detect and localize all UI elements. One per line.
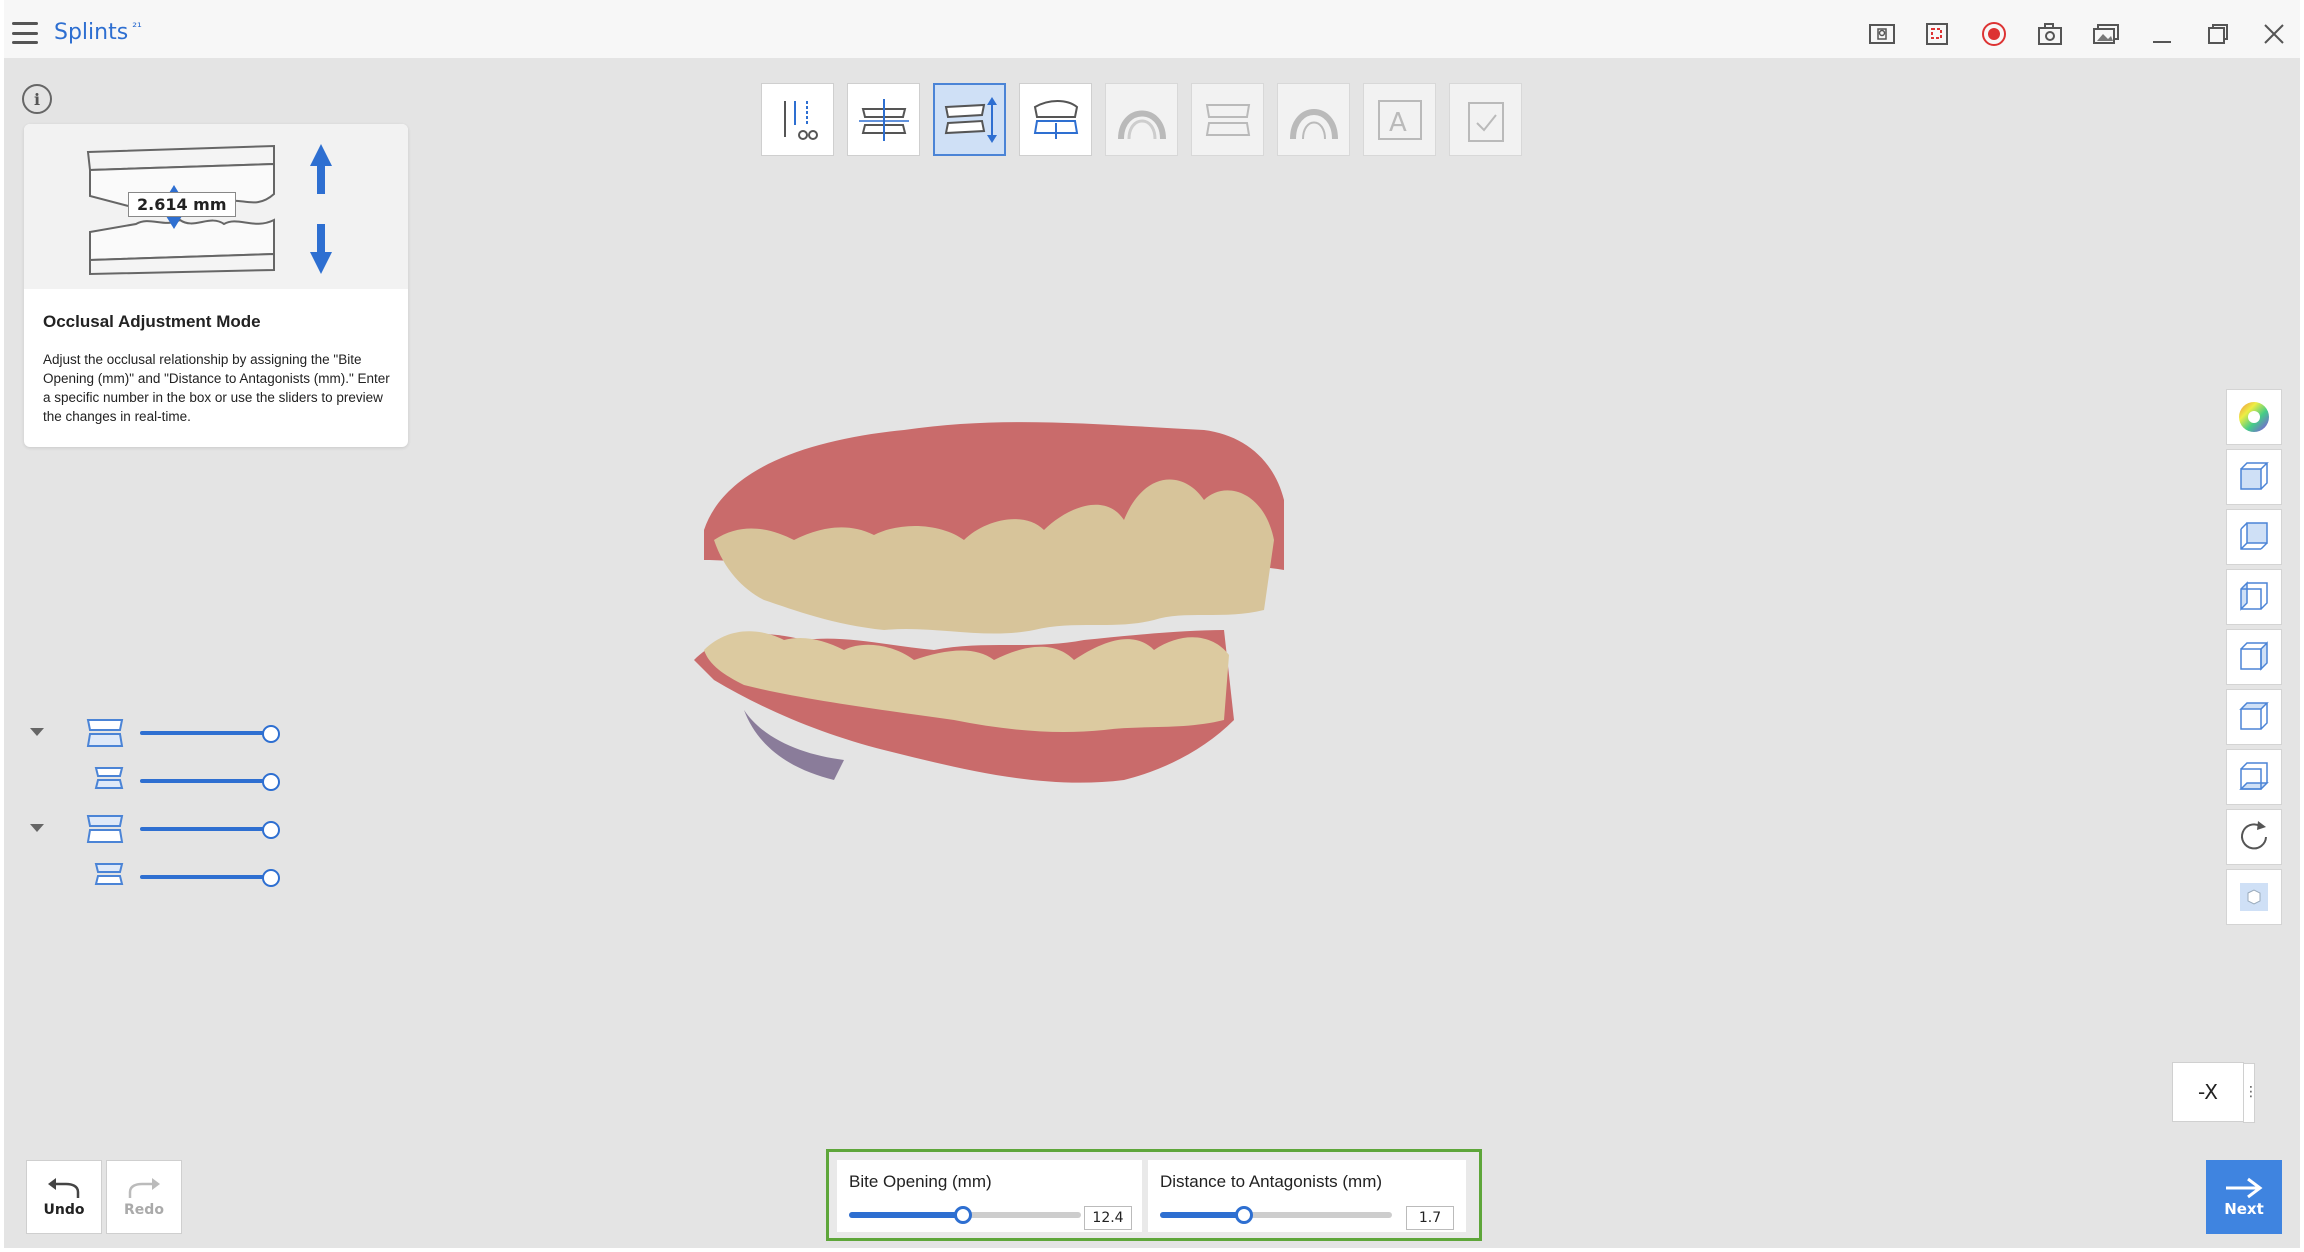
svg-text:A: A xyxy=(1389,108,1407,138)
redo-icon xyxy=(126,1176,162,1202)
app-window: Splints²¹ i xyxy=(4,0,2300,1248)
title-bar: Splints²¹ xyxy=(4,0,2300,58)
color-wheel-icon[interactable] xyxy=(2226,389,2282,445)
lower-jaw-slider-handle[interactable] xyxy=(262,821,280,839)
record-icon[interactable] xyxy=(1980,20,2008,48)
bite-opening-slider-handle[interactable] xyxy=(954,1206,972,1224)
view-tools xyxy=(2226,389,2282,925)
undo-button[interactable]: Undo xyxy=(26,1160,102,1234)
upper-jaw-slider-handle[interactable] xyxy=(262,725,280,743)
menu-icon[interactable] xyxy=(12,22,38,44)
front-view-icon[interactable] xyxy=(2226,449,2282,505)
bite-opening-label: Bite Opening (mm) xyxy=(849,1172,992,1192)
guide-description: Adjust the occlusal relationship by assi… xyxy=(43,350,393,426)
lower-jaw-opacity-slider[interactable] xyxy=(140,827,270,831)
distance-antagonists-label: Distance to Antagonists (mm) xyxy=(1160,1172,1382,1192)
guide-illustration: 2.614 mm xyxy=(24,124,408,289)
distance-antagonists-input[interactable]: 1.7 xyxy=(1406,1206,1454,1230)
left-view-icon[interactable] xyxy=(2226,569,2282,625)
redo-label: Redo xyxy=(124,1202,164,1218)
workflow-steps: A xyxy=(761,83,1522,156)
gallery-icon[interactable] xyxy=(2092,20,2120,48)
distance-antagonists-slider-fill xyxy=(1160,1212,1244,1218)
step-splint-design-icon[interactable] xyxy=(1019,83,1092,156)
camera-icon[interactable] xyxy=(2036,20,2064,48)
lower-splint-opacity-slider[interactable] xyxy=(140,875,270,879)
top-view-icon[interactable] xyxy=(2226,689,2282,745)
rotate-view-icon[interactable] xyxy=(2226,809,2282,865)
bottom-view-icon[interactable] xyxy=(2226,749,2282,805)
step-smoothing-icon[interactable] xyxy=(1277,83,1350,156)
arrow-right-icon xyxy=(2224,1176,2264,1200)
axis-label: -X xyxy=(2198,1080,2218,1104)
bite-opening-slider-fill xyxy=(849,1212,963,1218)
lower-splint-icon xyxy=(92,858,126,892)
upper-jaw-icon xyxy=(84,714,126,756)
distance-antagonists-control: Distance to Antagonists (mm) 1.7 xyxy=(1148,1160,1466,1232)
distance-antagonists-slider-handle[interactable] xyxy=(1235,1206,1253,1224)
jaw-scan-model[interactable] xyxy=(684,410,1404,894)
back-view-icon[interactable] xyxy=(2226,509,2282,565)
lower-splint-slider-handle[interactable] xyxy=(262,869,280,887)
maximize-icon[interactable] xyxy=(2204,20,2232,48)
bite-opening-input[interactable]: 12.4 xyxy=(1084,1206,1132,1230)
axis-grip-icon[interactable]: ⋮ xyxy=(2243,1063,2255,1123)
next-button[interactable]: Next xyxy=(2206,1160,2282,1234)
step-align-icon[interactable] xyxy=(847,83,920,156)
guide-title: Occlusal Adjustment Mode xyxy=(43,312,261,332)
collapse-lower-icon[interactable] xyxy=(30,824,44,832)
info-icon[interactable]: i xyxy=(22,84,52,114)
axis-indicator[interactable]: -X ⋮ xyxy=(2172,1062,2244,1122)
bite-opening-control: Bite Opening (mm) 12.4 xyxy=(837,1160,1142,1232)
screen-capture-icon[interactable] xyxy=(1924,20,1952,48)
guide-panel: 2.614 mm Occlusal Adjustment Mode Adjust… xyxy=(24,124,408,447)
next-label: Next xyxy=(2224,1200,2264,1218)
undo-icon xyxy=(46,1176,82,1202)
fit-view-icon[interactable] xyxy=(1868,20,1896,48)
app-title: Splints²¹ xyxy=(54,20,142,45)
occlusal-settings-panel: Bite Opening (mm) 12.4 Distance to Antag… xyxy=(826,1149,1482,1241)
step-occlusal-adjust-icon[interactable] xyxy=(933,83,1006,156)
distance-antagonists-slider[interactable] xyxy=(1160,1212,1392,1218)
upper-jaw-opacity-slider[interactable] xyxy=(140,731,270,735)
step-complete-icon[interactable] xyxy=(1449,83,1522,156)
step-trim-icon[interactable] xyxy=(761,83,834,156)
redo-button[interactable]: Redo xyxy=(106,1160,182,1234)
render-mode-icon[interactable] xyxy=(2226,869,2282,925)
upper-splint-icon xyxy=(92,762,126,796)
undo-label: Undo xyxy=(44,1202,85,1218)
upper-splint-opacity-slider[interactable] xyxy=(140,779,270,783)
lower-jaw-icon xyxy=(84,810,126,852)
step-text-icon[interactable]: A xyxy=(1363,83,1436,156)
close-icon[interactable] xyxy=(2260,20,2288,48)
step-occlusion-icon[interactable] xyxy=(1191,83,1264,156)
step-arch-icon[interactable] xyxy=(1105,83,1178,156)
collapse-upper-icon[interactable] xyxy=(30,728,44,736)
right-view-icon[interactable] xyxy=(2226,629,2282,685)
upper-splint-slider-handle[interactable] xyxy=(262,773,280,791)
bite-measurement-label: 2.614 mm xyxy=(128,192,236,217)
minimize-icon[interactable] xyxy=(2148,20,2176,48)
bite-opening-slider[interactable] xyxy=(849,1212,1081,1218)
